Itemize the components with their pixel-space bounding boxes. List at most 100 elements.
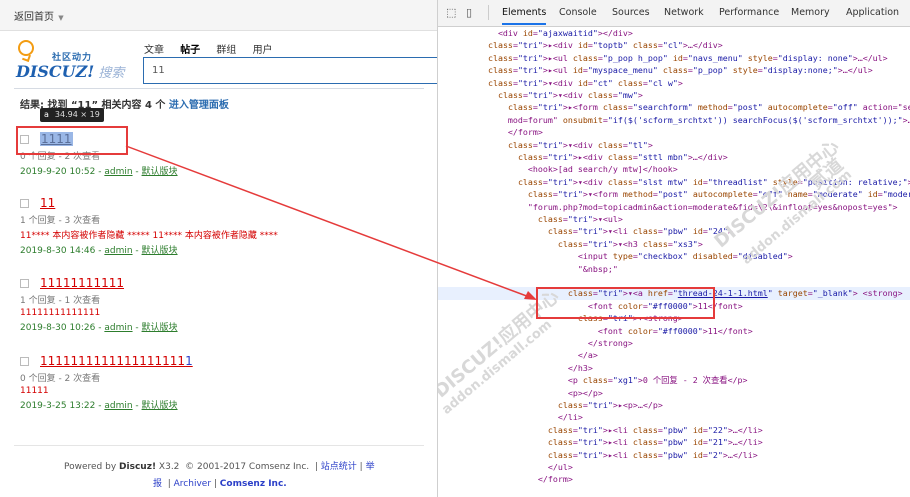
inspect-tooltip: a 34.94 × 19 [40, 108, 104, 122]
footer-company-link[interactable]: Comsenz Inc. [220, 479, 287, 489]
dom-node-row[interactable]: class="tri">▸<form class="searchform" me… [438, 101, 910, 113]
logo-wordmark: DISCUZ! 搜索 [16, 62, 124, 81]
tab-elements[interactable]: Elements [502, 7, 547, 25]
list-item: 11111111111111111111 0 个回复 - 2 次查看 11111… [20, 354, 420, 411]
dom-node-row[interactable]: class="tri">▾<div class="mw"> [438, 89, 910, 101]
dom-node-row[interactable]: </ul> [438, 461, 910, 473]
dom-node-row[interactable]: class="tri">▾<div id="ct" class="cl w"> [438, 77, 910, 89]
thread-title-blue: 1 [185, 354, 193, 368]
list-item: 11 1 个回复 - 3 次查看 11**** 本内容被作者隐藏 ***** 1… [20, 196, 420, 256]
home-link[interactable]: 返回首页 ▼ [14, 8, 64, 23]
device-toolbar-icon[interactable]: ▯ [466, 6, 472, 19]
search-input[interactable] [150, 64, 424, 77]
dom-node-row[interactable]: class="tri">▾<ul> [438, 213, 910, 225]
dom-node-row[interactable]: class="tri">▸<p>…</p> [438, 399, 910, 411]
search-type-tabs: 文章 帖子 群组 用户 [144, 41, 286, 56]
tab-memory[interactable]: Memory [791, 7, 830, 18]
chevron-down-icon: ▼ [56, 14, 64, 22]
thread-excerpt: 11111111111111 [20, 308, 101, 318]
dom-node-row[interactable]: class="tri">▸<div id="toptb" class="cl">… [438, 39, 910, 51]
footer-stats-link[interactable]: 站点统计 [321, 462, 357, 472]
dom-node-row[interactable]: class="tri">▸<li class="pbw" id="21">…</… [438, 436, 910, 448]
thread-meta: 0 个回复 - 2 次查看 [20, 374, 101, 384]
dom-node-row[interactable]: mod=forum" onsubmit="if($('scform_srchtx… [438, 114, 910, 126]
dom-node-row[interactable]: <input type="checkbox" disabled="disable… [438, 250, 910, 262]
thread-date: 2019-8-30 14:46 [20, 246, 96, 256]
forum-link[interactable]: 默认版块 [142, 401, 178, 411]
forum-link[interactable]: 默认版块 [142, 323, 178, 333]
tooltip-tag: a [44, 110, 49, 119]
checkbox [20, 199, 29, 208]
tab-performance[interactable]: Performance [719, 7, 779, 18]
checkbox [20, 279, 29, 288]
dom-node-row[interactable]: </form> [438, 126, 910, 138]
dom-node-row[interactable]: <p class="xg1">0 个回复 - 2 次查看</p> [438, 374, 910, 386]
divider [14, 88, 424, 89]
footer-archiver-link[interactable]: Archiver [174, 479, 211, 489]
home-link-label: 返回首页 [14, 12, 54, 23]
tab-network[interactable]: Network [664, 7, 704, 18]
dom-node-row[interactable]: "forum.php?mod=topicadmin&action=moderat… [438, 201, 910, 213]
dom-node-row[interactable]: class="tri">▸<ul id="myspace_menu" class… [438, 64, 910, 76]
thread-date: 2019-8-30 10:26 [20, 323, 96, 333]
thread-date-line: 2019-3-25 13:22 - admin - 默认版块 [20, 401, 178, 411]
footer-line-2: 报 | Archiver | Comsenz Inc. [153, 479, 287, 489]
thread-title-link[interactable]: 11111111111 [40, 276, 124, 290]
footer-copyright: © 2001-2017 Comsenz Inc. [185, 462, 310, 472]
thread-date: 2019-9-20 10:52 [20, 167, 96, 177]
bulb-icon [18, 40, 34, 56]
dom-node-row[interactable]: <div id="ajaxwaitid"></div> [438, 27, 910, 39]
thread-title-red: 1111111111111111111 [40, 354, 186, 368]
thread-excerpt: 11111 [20, 386, 49, 396]
site-logo[interactable]: 社区动力 DISCUZ! 搜索 [16, 38, 136, 84]
dom-node-row[interactable]: class="tri">▸<li class="pbw" id="22">…</… [438, 424, 910, 436]
author-link[interactable]: admin [104, 401, 132, 411]
forum-link[interactable]: 默认版块 [142, 167, 178, 177]
admin-panel-link[interactable]: 进入管理面板 [169, 100, 229, 111]
dom-node-row[interactable]: <p></p> [438, 387, 910, 399]
highlight-box [16, 126, 128, 155]
tooltip-dims: 34.94 × 19 [54, 110, 100, 119]
list-item: 11111111111 1 个回复 - 1 次查看 11111111111111… [20, 276, 420, 333]
author-link[interactable]: admin [104, 167, 132, 177]
dom-node-row[interactable]: class="tri">▸<ul class="p_pop h_pop" id=… [438, 52, 910, 64]
author-link[interactable]: admin [104, 246, 132, 256]
tab-application[interactable]: Application [846, 7, 899, 18]
thread-date-line: 2019-8-30 10:26 - admin - 默认版块 [20, 323, 178, 333]
footer-line-1: Powered by Discuz! X3.2 © 2001-2017 Coms… [64, 462, 375, 472]
dom-highlight-box [536, 287, 715, 319]
checkbox [20, 357, 29, 366]
dom-node-row[interactable]: </form> [438, 473, 910, 485]
thread-title-link[interactable]: 11 [40, 196, 55, 210]
tab-article[interactable]: 文章 [144, 45, 164, 56]
footer-report-link-cont[interactable]: 报 [153, 479, 162, 489]
inspect-element-icon[interactable]: ⬚ [446, 6, 456, 19]
tab-console[interactable]: Console [559, 7, 597, 18]
dom-node-row[interactable] [438, 275, 910, 287]
toolbar-separator [488, 5, 489, 20]
tab-users[interactable]: 用户 [253, 45, 273, 56]
thread-excerpt: 11**** 本内容被作者隐藏 ***** 11**** 本内容被作者隐藏 **… [20, 231, 278, 241]
dom-node-row[interactable]: "&nbsp;" [438, 263, 910, 275]
footer-brand-link[interactable]: Discuz! [119, 462, 156, 472]
page-footer: Powered by Discuz! X3.2 © 2001-2017 Coms… [14, 445, 424, 489]
devtools-tabbar: ⬚ ▯ Elements Console Sources Network Per… [438, 0, 910, 27]
dom-node-row[interactable]: class="tri">▸<li class="pbw" id="2">…</l… [438, 449, 910, 461]
thread-title-link[interactable]: 11111111111111111111 [40, 354, 193, 368]
footer-report-link[interactable]: 举 [366, 462, 375, 472]
tab-sources[interactable]: Sources [612, 7, 650, 18]
dom-node-row[interactable]: class="tri">▾<h3 class="xs3"> [438, 238, 910, 250]
thread-date-line: 2019-8-30 14:46 - admin - 默认版块 [20, 246, 178, 256]
thread-meta: 1 个回复 - 1 次查看 [20, 296, 101, 306]
thread-date: 2019-3-25 13:22 [20, 401, 96, 411]
footer-version: X3.2 [158, 462, 180, 472]
dom-node-row[interactable]: </li> [438, 411, 910, 423]
tab-posts[interactable]: 帖子 [180, 45, 200, 56]
rendered-page: 返回首页 ▼ 社区动力 DISCUZ!搜索 文章 帖子 群组 用户 结果: 找到… [0, 0, 437, 497]
tab-groups[interactable]: 群组 [216, 45, 236, 56]
forum-link[interactable]: 默认版块 [142, 246, 178, 256]
footer-powered: Powered by [64, 462, 117, 472]
devtools-panel: ⬚ ▯ Elements Console Sources Network Per… [437, 0, 910, 497]
dom-node-row[interactable]: class="tri">▾<li class="pbw" id="24"> [438, 225, 910, 237]
author-link[interactable]: admin [104, 323, 132, 333]
